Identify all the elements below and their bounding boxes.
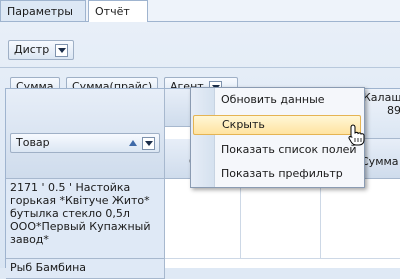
column-header-label: Калаш — [363, 91, 400, 104]
row-field-button[interactable]: Товар — [10, 133, 160, 153]
context-menu: Обновить данные Скрыть Показать список п… — [190, 87, 365, 188]
filter-field-label: Дистр — [14, 43, 50, 56]
row-header-cell[interactable]: 2171 ' 0.5 ' Настойка горькая *Квітуче Ж… — [6, 179, 165, 259]
menu-item-show-prefilter[interactable]: Показать префильтр — [217, 164, 343, 184]
menu-gutter — [191, 88, 215, 187]
tab-report[interactable]: Отчёт — [88, 0, 148, 23]
row-label: 2171 ' 0.5 ' Настойка горькая *Квітуче Ж… — [10, 181, 151, 246]
row-field-label: Товар — [16, 136, 50, 149]
menu-item-hide[interactable]: Скрыть — [193, 115, 361, 135]
chevron-down-icon[interactable] — [54, 43, 68, 57]
column-header-agent[interactable]: Калаш 89 — [361, 89, 400, 139]
chevron-down-icon[interactable] — [142, 137, 155, 150]
column-header-number: 89 — [387, 104, 400, 117]
tab-bar: Параметры Отчёт — [0, 0, 400, 23]
filter-field-button[interactable]: Дистр — [8, 40, 74, 60]
data-cell[interactable] — [321, 179, 400, 259]
data-cell[interactable] — [241, 179, 321, 259]
sort-ascending-icon — [129, 140, 137, 146]
tab-parameters[interactable]: Параметры — [0, 0, 86, 22]
column-subheader-label: Сумма — [361, 155, 399, 168]
divider — [0, 67, 400, 68]
menu-item-show-field-list[interactable]: Показать список полей — [217, 140, 357, 160]
data-cell[interactable] — [165, 179, 241, 259]
menu-item-refresh[interactable]: Обновить данные — [217, 90, 325, 110]
row-header-cell[interactable]: Рыб Бамбина — [6, 259, 165, 279]
hand-cursor-icon — [348, 124, 365, 146]
